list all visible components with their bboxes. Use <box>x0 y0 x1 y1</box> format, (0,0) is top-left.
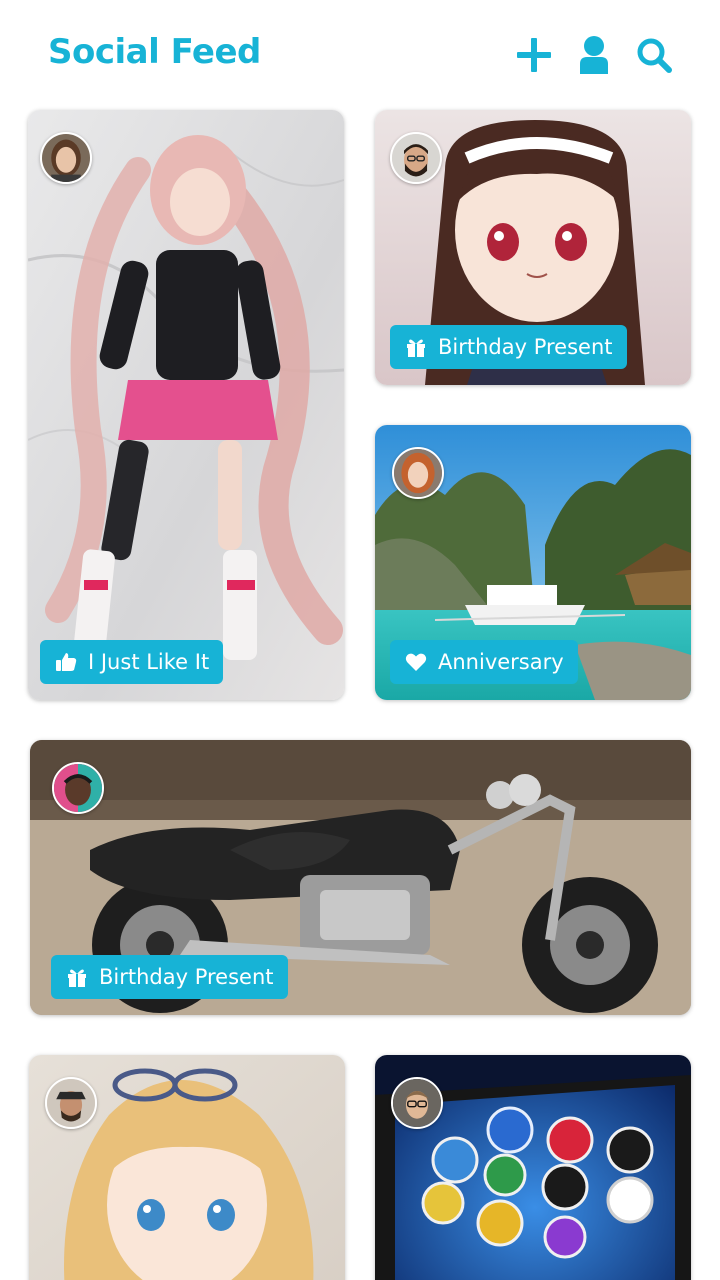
app-header: Social Feed <box>0 0 720 110</box>
heart-icon <box>404 650 428 674</box>
post-tag[interactable]: I Just Like It <box>40 640 224 684</box>
feed-post-card[interactable]: Birthday Present <box>375 110 691 385</box>
feed-post-card[interactable]: Anniversary <box>375 425 691 700</box>
add-post-button[interactable] <box>511 32 557 78</box>
post-tag-label: Birthday Present <box>438 335 613 359</box>
search-button[interactable] <box>631 32 677 78</box>
gift-icon <box>65 965 89 989</box>
author-avatar[interactable] <box>45 1077 97 1129</box>
profile-button[interactable] <box>571 32 617 78</box>
post-tag[interactable]: Birthday Present <box>51 955 288 999</box>
feed-post-card[interactable] <box>29 1055 345 1280</box>
user-icon <box>580 36 608 74</box>
post-tag-label: I Just Like It <box>88 650 210 674</box>
post-tag[interactable]: Birthday Present <box>390 325 627 369</box>
author-avatar[interactable] <box>392 447 444 499</box>
post-tag-label: Birthday Present <box>99 965 274 989</box>
author-avatar[interactable] <box>52 762 104 814</box>
feed-post-card[interactable] <box>375 1055 691 1280</box>
plus-icon <box>517 38 551 72</box>
post-tag[interactable]: Anniversary <box>390 640 578 684</box>
feed-post-card[interactable]: I Just Like It <box>28 110 344 700</box>
post-image <box>28 110 344 700</box>
author-avatar[interactable] <box>40 132 92 184</box>
gift-icon <box>404 335 428 359</box>
app-title: Social Feed <box>48 32 261 72</box>
post-tag-label: Anniversary <box>438 650 564 674</box>
feed-post-card[interactable]: Birthday Present <box>30 740 691 1015</box>
thumbs-up-icon <box>54 650 78 674</box>
author-avatar[interactable] <box>391 1077 443 1129</box>
search-icon <box>637 38 672 73</box>
author-avatar[interactable] <box>390 132 442 184</box>
